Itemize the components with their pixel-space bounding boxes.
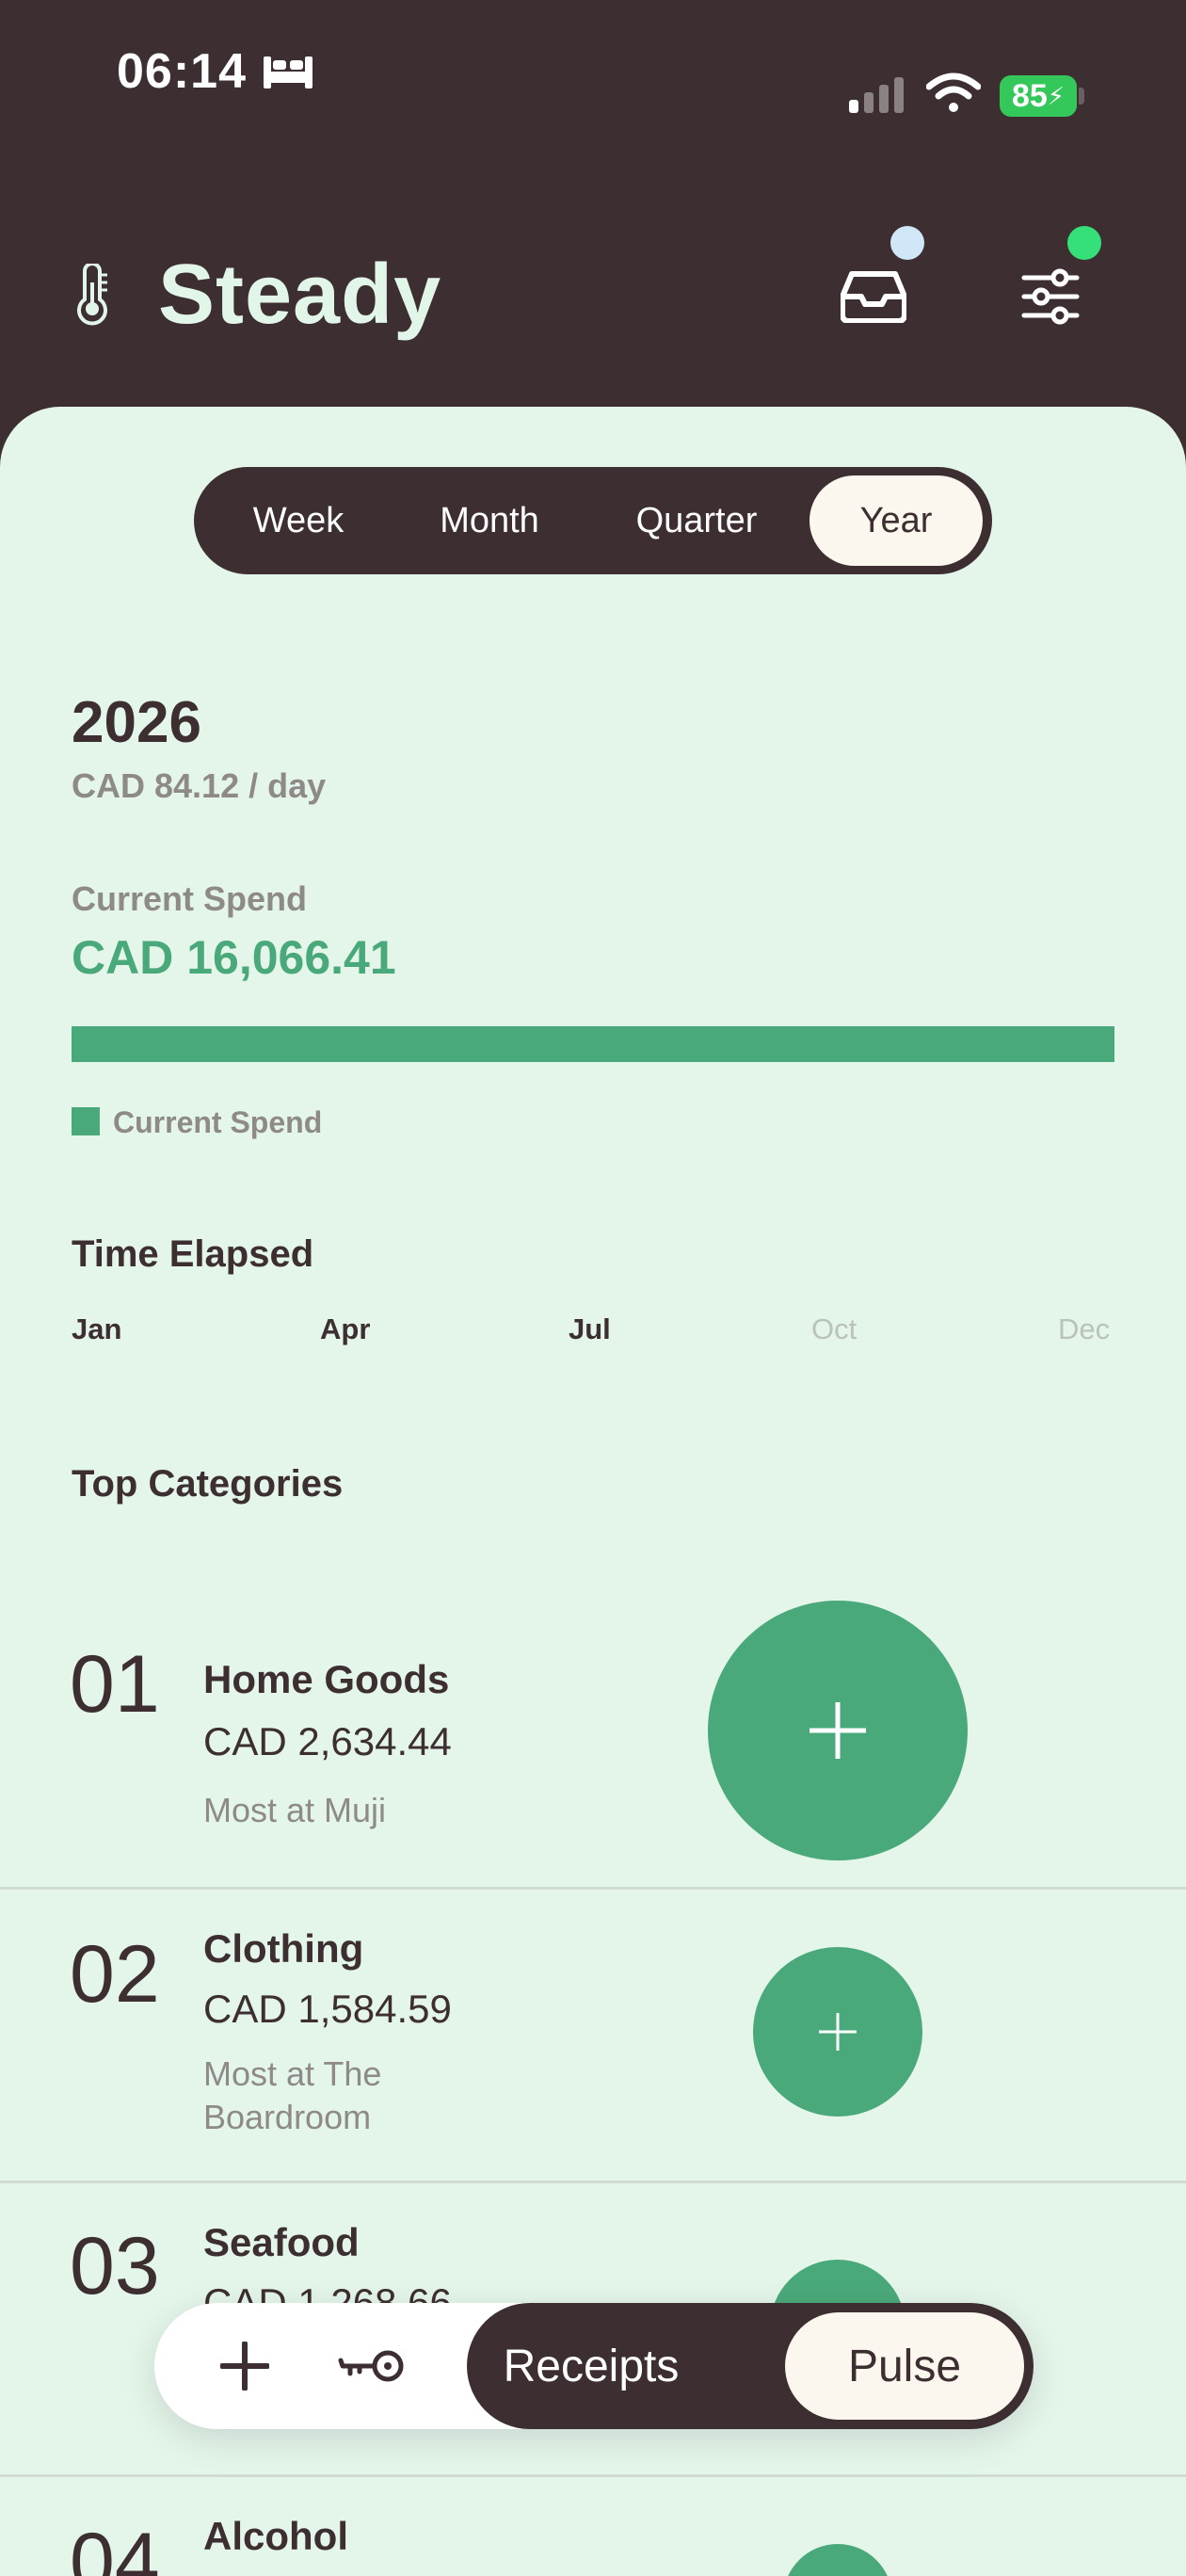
month-tick-oct: Oct [811, 1312, 857, 1345]
tab-quarter[interactable]: Quarter [584, 475, 809, 566]
sliders-icon [1021, 268, 1080, 325]
tab-year[interactable]: Year [809, 475, 983, 566]
thermometer-icon [75, 262, 109, 330]
current-spend-label: Current Spend [72, 879, 308, 918]
month-tick-apr: Apr [320, 1312, 371, 1345]
category-add-button[interactable] [753, 1947, 922, 2117]
settings-notification-dot [1067, 226, 1101, 260]
category-row[interactable]: 01 Home Goods CAD 2,634.44 Most at Muji [0, 1570, 1186, 1890]
plus-icon [809, 1702, 866, 1759]
inbox-notification-dot [890, 226, 924, 260]
tab-week[interactable]: Week [201, 475, 395, 566]
month-tick-jul: Jul [569, 1312, 611, 1345]
category-row[interactable]: 02 Clothing CAD 1,584.59 Most at The Boa… [0, 1887, 1186, 2183]
category-note: Most at The Boardroom [203, 2054, 382, 2136]
category-name: Alcohol [203, 2514, 348, 2558]
month-tick-jan: Jan [72, 1312, 122, 1345]
spend-progress-bar [72, 1026, 1114, 1062]
legend-swatch [72, 1107, 100, 1135]
wifi-icon [925, 72, 982, 118]
nav-receipts[interactable]: Receipts [504, 2319, 680, 2413]
battery-level: 85 [1011, 77, 1048, 114]
nav-pulse[interactable]: Pulse [785, 2312, 1024, 2420]
battery-tip [1079, 88, 1084, 105]
plus-icon [220, 2342, 269, 2391]
category-amount: CAD 1,584.59 [203, 1987, 452, 2031]
category-rank: 03 [70, 2221, 160, 2311]
category-rank: 02 [70, 1929, 160, 2020]
category-name: Seafood [203, 2220, 360, 2264]
bed-icon [262, 53, 314, 95]
legend-label: Current Spend [113, 1105, 323, 1139]
inbox-button[interactable] [828, 254, 919, 339]
key-icon [338, 2350, 404, 2382]
nav-segment: Receipts Pulse [467, 2303, 1034, 2429]
app-title: Steady [158, 248, 442, 342]
category-name: Clothing [203, 1926, 364, 1971]
top-categories-title: Top Categories [72, 1463, 344, 1505]
settings-button[interactable] [1005, 254, 1096, 339]
category-add-button[interactable] [708, 1601, 968, 1860]
category-rank: 04 [70, 2517, 160, 2576]
battery-indicator: 85 ⚡ [1000, 75, 1077, 117]
category-add-button[interactable] [783, 2544, 892, 2576]
plus-icon [819, 2013, 857, 2051]
bottom-bar: Receipts Pulse [154, 2303, 1034, 2429]
time-elapsed-title: Time Elapsed [72, 1233, 314, 1275]
daily-average: CAD 84.12 / day [72, 766, 327, 805]
category-amount: CAD 2,634.44 [203, 1719, 452, 1763]
key-button[interactable] [329, 2328, 414, 2404]
category-note: Most at Muji [203, 1791, 387, 1829]
month-tick-dec: Dec [1058, 1312, 1111, 1345]
inbox-icon [841, 271, 906, 323]
add-receipt-button[interactable] [207, 2328, 282, 2404]
status-time: 06:14 [117, 44, 247, 99]
spend-progress-fill [72, 1026, 1114, 1062]
signal-icon [847, 75, 907, 118]
period-year: 2026 [72, 690, 201, 755]
category-rank: 01 [70, 1639, 160, 1730]
tab-month[interactable]: Month [395, 475, 584, 566]
category-name: Home Goods [203, 1657, 450, 1701]
main-sheet: Week Month Quarter Year 2026 CAD 84.12 /… [0, 407, 1186, 2576]
category-row[interactable]: 04 Alcohol [0, 2474, 1186, 2576]
current-spend-value: CAD 16,066.41 [72, 931, 396, 984]
period-selector: Week Month Quarter Year [194, 467, 992, 574]
